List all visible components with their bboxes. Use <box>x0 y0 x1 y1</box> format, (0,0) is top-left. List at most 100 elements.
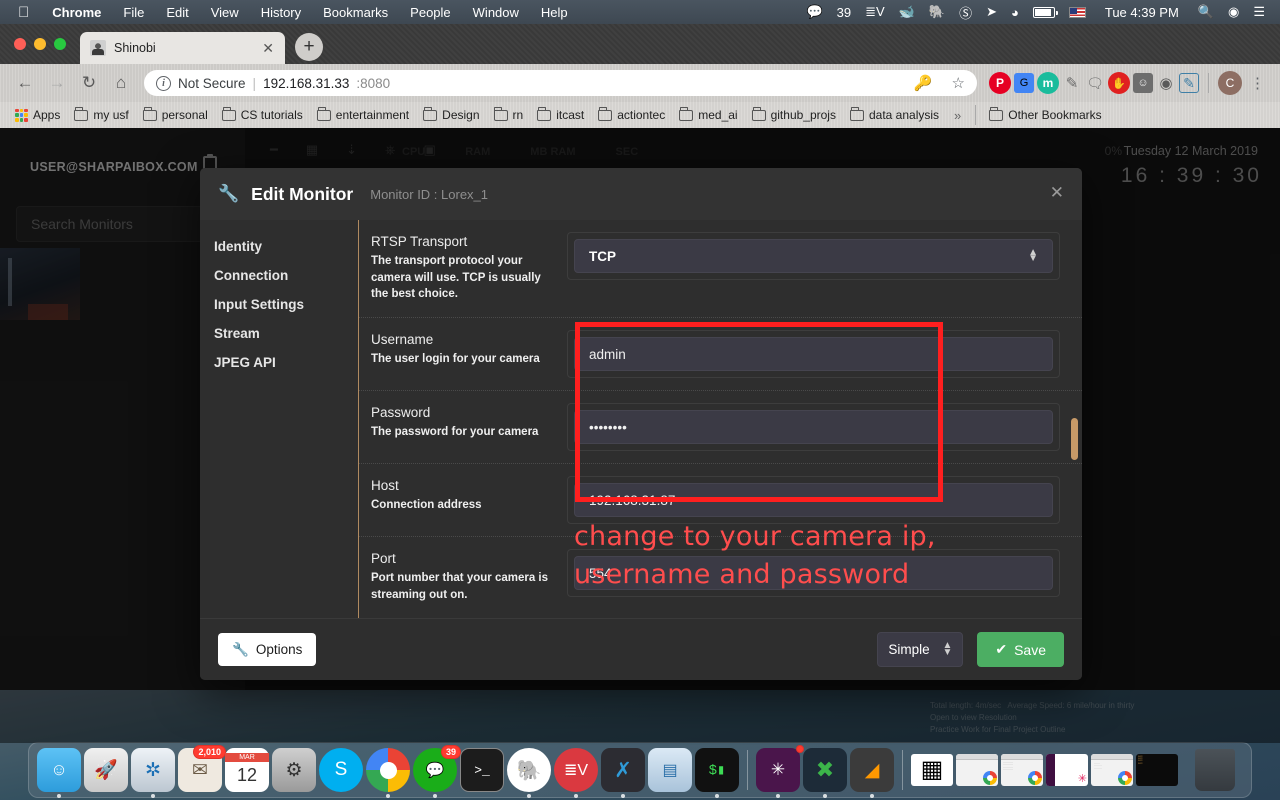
notes-extension-icon[interactable]: ✎ <box>1179 73 1199 93</box>
menu-item-bookmarks[interactable]: Bookmarks <box>312 5 399 20</box>
minimized-chrome-window-blank[interactable] <box>956 754 998 786</box>
sublime-merge-icon[interactable]: ≣V <box>858 4 892 20</box>
docker-icon[interactable]: 🐋 <box>892 4 922 20</box>
username-input[interactable]: admin <box>574 337 1053 372</box>
menu-item-chrome[interactable]: Chrome <box>41 5 112 20</box>
menubar-clock[interactable]: Tue 4:39 PM <box>1093 5 1191 20</box>
home-icon[interactable]: ⌂ <box>106 68 136 98</box>
bookmark-apps[interactable]: Apps <box>8 106 67 124</box>
avatar[interactable]: C <box>1218 71 1242 95</box>
back-arrow-icon[interactable]: ← <box>10 68 40 98</box>
bookmark-actiontec[interactable]: actiontec <box>591 106 672 124</box>
minimized-qr-code-window[interactable]: ▦ <box>911 754 953 786</box>
spotlight-search-icon[interactable]: 🔍 <box>1191 4 1221 20</box>
dock-item-xmind[interactable]: ✖ <box>803 748 847 798</box>
star-icon[interactable]: ☆ <box>946 74 971 92</box>
us-flag-icon[interactable] <box>1062 6 1093 18</box>
dock-item-slack[interactable]: ✳ <box>756 745 804 798</box>
dock-item-finder[interactable]: ☺ <box>37 748 81 798</box>
dock-item-terminal[interactable]: >_ <box>460 748 504 792</box>
dock-item-iterm[interactable]: $▮ <box>695 748 739 798</box>
skype-icon[interactable]: Ⓢ <box>952 3 979 22</box>
forward-arrow-icon[interactable]: → <box>42 68 72 98</box>
dock-item-mail[interactable]: ✉ 2,010 <box>178 745 226 792</box>
dock-item-system-preferences[interactable]: ⚙ <box>272 748 316 792</box>
bookmark-personal[interactable]: personal <box>136 106 215 124</box>
password-key-icon[interactable]: 🔑 <box>908 74 939 92</box>
chat-extension-icon[interactable]: 🗨 <box>1085 73 1105 93</box>
bookmark-cs-tutorials[interactable]: CS tutorials <box>215 106 310 124</box>
apple-icon[interactable]:  <box>8 5 41 20</box>
bookmark-my-usf[interactable]: my usf <box>67 106 135 124</box>
nav-item-stream[interactable]: Stream <box>214 319 358 348</box>
evernote-icon[interactable]: 🐘 <box>922 4 952 20</box>
highlighter-extension-icon[interactable]: ✎ <box>1062 73 1082 93</box>
new-tab-button[interactable]: + <box>295 33 323 61</box>
google-translate-extension-icon[interactable]: G <box>1014 73 1034 93</box>
bookmark-itcast[interactable]: itcast <box>530 106 591 124</box>
minimized-terminal-window[interactable]: //////////////////////////////// <box>1136 754 1178 786</box>
nav-item-input-settings[interactable]: Input Settings <box>214 290 358 319</box>
bookmark-med-ai[interactable]: med_ai <box>672 106 744 124</box>
rtsp-transport-select[interactable]: TCP ▲ ▼ <box>574 239 1053 273</box>
battery-charging-icon[interactable] <box>1026 6 1062 18</box>
chrome-menu-icon[interactable]: ⋮ <box>1245 74 1270 92</box>
dock-item-safari[interactable]: ✲ <box>131 748 175 798</box>
bookmark-data-analysis[interactable]: data analysis <box>843 106 946 124</box>
pinterest-extension-icon[interactable]: P <box>989 72 1011 94</box>
menu-item-window[interactable]: Window <box>462 5 530 20</box>
nav-item-jpeg-api[interactable]: JPEG API <box>214 348 358 377</box>
mode-select[interactable]: Simple ▲ ▼ <box>877 632 964 667</box>
bookmarks-overflow-button[interactable]: » <box>946 108 969 123</box>
minimize-window-button[interactable] <box>34 38 46 50</box>
minimized-chrome-window-doc[interactable]: ————— ————— ————— ————— <box>1001 754 1043 786</box>
notification-center-icon[interactable]: ☰ <box>1246 4 1272 20</box>
close-window-button[interactable] <box>14 38 26 50</box>
nav-item-connection[interactable]: Connection <box>214 261 358 290</box>
location-arrow-icon[interactable]: ➤ <box>979 4 1004 20</box>
menu-item-history[interactable]: History <box>250 5 312 20</box>
dock-item-keynote[interactable]: ▤ <box>648 748 692 792</box>
bookmark-design[interactable]: Design <box>416 106 486 124</box>
bookmark-other-bookmarks[interactable]: Other Bookmarks <box>982 106 1108 124</box>
dock-item-trash[interactable] <box>1195 749 1235 791</box>
close-icon[interactable]: ✕ <box>259 40 277 57</box>
wifi-icon[interactable]: ◕ <box>1004 5 1026 20</box>
minimized-slack-window[interactable]: ✳ <box>1046 754 1088 786</box>
siri-icon[interactable]: ◉ <box>1221 4 1246 20</box>
bookmark-github-projs[interactable]: github_projs <box>745 106 843 124</box>
momentum-extension-icon[interactable]: m <box>1037 72 1059 94</box>
dock-item-evernote[interactable]: 🐘 <box>507 748 551 798</box>
password-input[interactable]: •••••••• <box>574 410 1053 445</box>
dock-item-vs-code[interactable]: ✗ <box>601 748 645 798</box>
bookmark-entertainment[interactable]: entertainment <box>310 106 416 124</box>
close-icon[interactable]: ✕ <box>1050 183 1064 203</box>
ghostery-extension-icon[interactable]: ☺ <box>1133 73 1153 93</box>
reload-icon[interactable]: ↻ <box>74 68 104 98</box>
dialog-scrollbar[interactable] <box>1071 220 1078 618</box>
dock-item-calendar[interactable]: MAR 12 <box>225 748 269 792</box>
adblock-extension-icon[interactable]: ✋ <box>1108 72 1130 94</box>
menu-item-people[interactable]: People <box>399 5 461 20</box>
dock-item-sublime-text[interactable]: ◢ <box>850 748 894 798</box>
maximize-window-button[interactable] <box>54 38 66 50</box>
nav-item-identity[interactable]: Identity <box>214 232 358 261</box>
bookmark-rn[interactable]: rn <box>487 106 531 124</box>
save-button[interactable]: ✔ Save <box>977 632 1064 667</box>
options-button[interactable]: 🔧 Options <box>218 633 317 666</box>
scrollbar-thumb[interactable] <box>1071 418 1078 460</box>
dock-item-wechat[interactable]: 💬 39 <box>413 745 461 798</box>
menu-item-help[interactable]: Help <box>530 5 579 20</box>
wechat-icon[interactable]: 💬 <box>799 4 829 20</box>
wayback-extension-icon[interactable]: ◉ <box>1156 73 1176 93</box>
menu-item-edit[interactable]: Edit <box>155 5 199 20</box>
dock-item-expressvpn[interactable]: ≣V <box>554 748 598 798</box>
menu-item-file[interactable]: File <box>112 5 155 20</box>
dock-item-chrome[interactable] <box>366 748 410 798</box>
dock-item-skype[interactable]: S <box>319 748 363 792</box>
info-circle-icon[interactable]: i <box>156 75 171 91</box>
menu-item-view[interactable]: View <box>200 5 250 20</box>
dock-item-launchpad[interactable]: 🚀 <box>84 748 128 792</box>
minimized-chrome-window-article[interactable]: ——— ———— ———— <box>1091 754 1133 786</box>
browser-tab-shinobi[interactable]: Shinobi ✕ <box>80 32 285 64</box>
